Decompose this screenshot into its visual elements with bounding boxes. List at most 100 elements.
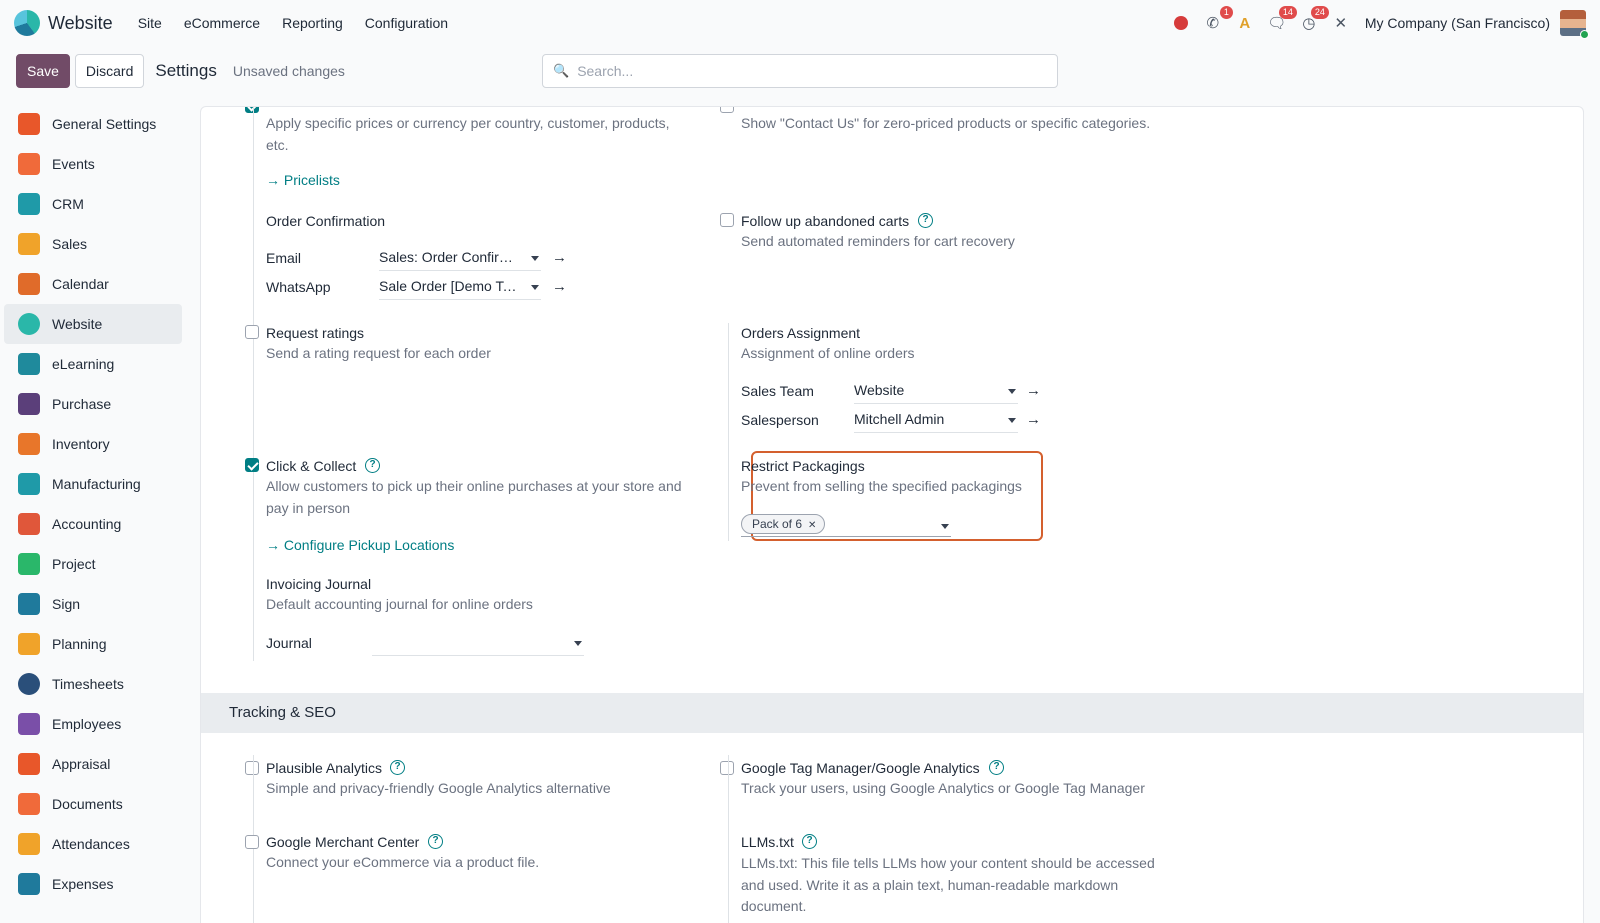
sidebar-item-appraisal[interactable]: Appraisal — [4, 744, 182, 784]
help-icon[interactable]: ? — [390, 760, 405, 775]
sidebar-item-documents[interactable]: Documents — [4, 784, 182, 824]
website-app-icon — [14, 10, 40, 36]
sidebar-item-inventory[interactable]: Inventory — [4, 424, 182, 464]
messages-icon[interactable]: 🗨 14 — [1267, 6, 1297, 33]
sidebar-item-purchase[interactable]: Purchase — [4, 384, 182, 424]
menu-item-configuration[interactable]: Configuration — [354, 15, 459, 31]
sidebar-item-label: Calendar — [52, 276, 109, 292]
sidebar-item-label: Website — [52, 316, 103, 332]
configure-pickup-locations-link[interactable]: → Configure Pickup Locations — [266, 537, 454, 553]
remove-tag-icon[interactable]: ✕ — [808, 520, 816, 531]
whatsapp-template-external-link-icon[interactable]: → — [552, 278, 567, 295]
merchant-center-checkbox[interactable] — [245, 835, 259, 849]
search-input[interactable] — [577, 63, 1038, 79]
request-ratings-checkbox[interactable] — [245, 325, 259, 339]
calls-badge: 1 — [1219, 6, 1233, 19]
sidebar-item-calendar[interactable]: Calendar — [4, 264, 182, 304]
menu-item-reporting[interactable]: Reporting — [271, 15, 354, 31]
section-title: Tracking & SEO — [229, 704, 336, 721]
salesperson-external-link-icon[interactable]: → — [1026, 411, 1041, 428]
activities-clock-icon[interactable]: ◷ 24 — [1299, 6, 1329, 33]
calendar-icon — [18, 273, 40, 295]
help-icon[interactable]: ? — [428, 834, 443, 849]
sidebar-item-label: Events — [52, 156, 95, 172]
salesperson-select[interactable]: Mitchell Admin — [854, 411, 1018, 433]
ai-icon[interactable]: A — [1235, 13, 1255, 33]
help-icon[interactable]: ? — [989, 760, 1004, 775]
project-icon — [18, 553, 40, 575]
accounting-icon — [18, 513, 40, 535]
help-icon[interactable]: ? — [802, 834, 817, 849]
abandoned-carts-title: Follow up abandoned carts — [741, 213, 910, 229]
menu-item-ecommerce[interactable]: eCommerce — [173, 15, 271, 31]
plausible-checkbox[interactable] — [245, 761, 259, 775]
hide-add-to-cart-checkbox[interactable] — [720, 107, 734, 113]
email-template-select[interactable]: Sales: Order Confirmation — [379, 249, 541, 271]
pricelists-link[interactable]: → Pricelists — [266, 172, 340, 188]
sidebar-item-sales[interactable]: Sales — [4, 224, 182, 264]
phone-icon[interactable]: ✆ 1 — [1203, 6, 1233, 33]
sales-team-select[interactable]: Website — [854, 382, 1018, 404]
sidebar-item-label: CRM — [52, 196, 84, 212]
app-brand[interactable]: Website — [14, 10, 113, 36]
caret-down-icon — [1008, 389, 1016, 394]
sidebar-item-manufacturing[interactable]: Manufacturing — [4, 464, 182, 504]
unsaved-status: Unsaved changes — [232, 63, 345, 79]
caret-down-icon — [574, 641, 582, 646]
sidebar-item-sign[interactable]: Sign — [4, 584, 182, 624]
sales-team-external-link-icon[interactable]: → — [1026, 382, 1041, 399]
packaging-tag[interactable]: Pack of 6 ✕ — [741, 514, 826, 534]
sidebar-item-website[interactable]: Website — [4, 304, 182, 344]
sidebar-item-general-settings[interactable]: General Settings — [4, 104, 182, 144]
whatsapp-template-select[interactable]: Sale Order [Demo Template] — [379, 278, 541, 300]
debug-tools-icon[interactable]: ✕ — [1331, 13, 1351, 33]
sidebar-item-elearning[interactable]: eLearning — [4, 344, 182, 384]
sidebar-item-label: Project — [52, 556, 96, 572]
click-collect-checkbox[interactable] — [245, 458, 259, 472]
sidebar-item-events[interactable]: Events — [4, 144, 182, 184]
salesperson-value: Mitchell Admin — [854, 411, 945, 427]
help-icon[interactable]: ? — [365, 458, 380, 473]
help-icon[interactable]: ? — [918, 213, 933, 228]
search-box: 🔍 — [542, 54, 1058, 88]
menu-item-site[interactable]: Site — [127, 15, 173, 31]
click-collect-description: Allow customers to pick up their online … — [266, 478, 682, 516]
employees-icon — [18, 713, 40, 735]
discard-button[interactable]: Discard — [74, 54, 145, 88]
sidebar-item-label: General Settings — [52, 116, 157, 132]
right-column-divider — [728, 323, 729, 541]
sidebar-item-crm[interactable]: CRM — [4, 184, 182, 224]
appraisal-icon — [18, 753, 40, 775]
page-title: Settings — [155, 61, 217, 80]
sidebar-item-timesheets[interactable]: Timesheets — [4, 664, 182, 704]
invoicing-journal-title: Invoicing Journal — [266, 576, 372, 592]
caret-down-icon — [941, 524, 949, 529]
search-icon: 🔍 — [553, 63, 570, 78]
sidebar-item-label: Sign — [52, 596, 81, 612]
planning-icon — [18, 633, 40, 655]
sidebar-item-project[interactable]: Project — [4, 544, 182, 584]
website-icon — [18, 313, 40, 335]
inventory-icon — [18, 433, 40, 455]
gtm-checkbox[interactable] — [720, 761, 734, 775]
user-avatar[interactable] — [1560, 10, 1589, 39]
sidebar-item-planning[interactable]: Planning — [4, 624, 182, 664]
save-button[interactable]: Save — [16, 54, 70, 88]
whatsapp-label: WhatsApp — [266, 279, 331, 295]
control-panel: Save Discard Settings Unsaved changes 🔍 — [0, 46, 1600, 96]
pricelists-checkbox[interactable] — [245, 107, 259, 113]
email-label: Email — [266, 250, 302, 266]
sidebar-item-attendances[interactable]: Attendances — [4, 824, 182, 864]
attendances-icon — [18, 833, 40, 855]
sidebar-item-accounting[interactable]: Accounting — [4, 504, 182, 544]
messages-badge: 14 — [1278, 6, 1297, 19]
journal-select[interactable] — [372, 634, 584, 656]
recording-icon[interactable] — [1171, 13, 1191, 33]
sidebar-item-label: Documents — [52, 796, 123, 812]
sidebar-item-expenses[interactable]: Expenses — [4, 864, 182, 904]
orders-assignment-description: Assignment of online orders — [741, 345, 915, 361]
abandoned-carts-checkbox[interactable] — [720, 213, 734, 227]
sidebar-item-employees[interactable]: Employees — [4, 704, 182, 744]
email-template-external-link-icon[interactable]: → — [552, 249, 567, 266]
company-switcher[interactable]: My Company (San Francisco) — [1365, 15, 1550, 31]
